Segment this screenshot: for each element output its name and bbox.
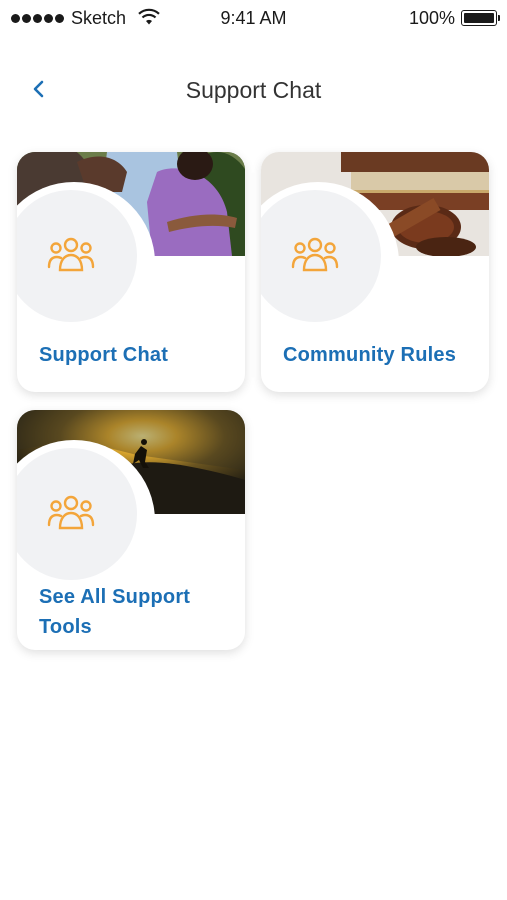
navigation-bar: Support Chat xyxy=(0,64,507,116)
card-label: See All Support Tools xyxy=(39,586,191,638)
page-title: Support Chat xyxy=(185,77,322,103)
support-chat-card[interactable]: Support Chat xyxy=(17,152,245,392)
card-label: Community Rules xyxy=(283,344,457,366)
status-bar: Sketch 9:41 AM 100% xyxy=(0,0,507,38)
battery-percent: 100% xyxy=(408,8,455,28)
people-group-icon xyxy=(47,237,95,272)
community-rules-card[interactable]: Community Rules xyxy=(261,152,489,392)
people-group-icon xyxy=(47,495,95,530)
people-group-icon xyxy=(291,237,339,272)
card-label: Support Chat xyxy=(39,344,169,366)
battery-icon xyxy=(461,10,500,26)
see-all-support-tools-card[interactable]: See All Support Tools xyxy=(17,410,245,650)
